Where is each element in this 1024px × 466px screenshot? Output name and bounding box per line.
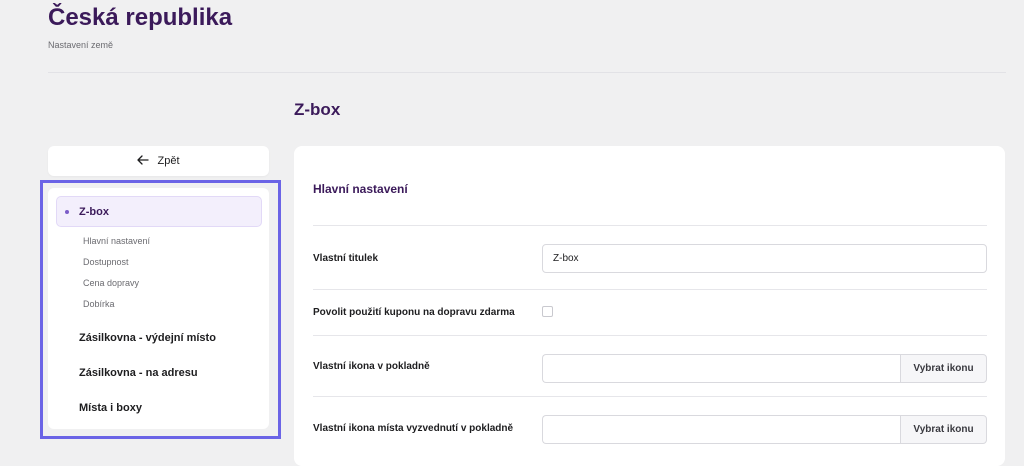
sidebar-item-z-box[interactable]: Z-box [56, 196, 262, 227]
active-dot-icon [65, 209, 69, 214]
sidebar-subitem-dostupnost[interactable]: Dostupnost [83, 257, 129, 267]
sidebar-item-zasilkovna-na-adresu[interactable]: Zásilkovna - na adresu [79, 367, 198, 379]
page-subtitle: Nastavení země [48, 40, 114, 50]
sidebar-subitem-cena-dopravy[interactable]: Cena dopravy [83, 278, 139, 288]
row-divider [313, 335, 987, 336]
sidebar-subitem-dobirka[interactable]: Dobírka [83, 299, 115, 309]
sidebar-subitem-hlavni-nastaveni[interactable]: Hlavní nastavení [83, 236, 150, 246]
pickup-icon-label: Vlastní ikona místa vyzvednutí v pokladn… [313, 423, 514, 434]
title-field-label: Vlastní titulek [313, 253, 379, 264]
sidebar-item-label: Z-box [79, 205, 109, 218]
row-divider [313, 225, 987, 226]
sidebar-item-zasilkovna-vydejni-misto[interactable]: Zásilkovna - výdejní místo [79, 332, 216, 344]
pickup-icon-input[interactable] [542, 415, 901, 444]
pickup-icon-select-button[interactable]: Vybrat ikonu [900, 415, 987, 444]
sidebar-item-mista-i-boxy[interactable]: Místa i boxy [79, 402, 142, 414]
coupon-field-label: Povolit použití kuponu na dopravu zdarma [313, 307, 515, 318]
back-button-label: Zpět [157, 155, 180, 167]
page-title: Česká republika [48, 4, 233, 31]
back-button[interactable]: Zpět [48, 146, 269, 176]
row-divider [313, 289, 987, 290]
checkout-icon-label: Vlastní ikona v pokladně [313, 361, 430, 372]
title-input[interactable] [542, 244, 987, 273]
row-divider [313, 396, 987, 397]
header-divider [48, 72, 1006, 73]
checkout-icon-input[interactable] [542, 354, 901, 383]
section-title: Z-box [294, 100, 341, 119]
card-heading: Hlavní nastavení [313, 182, 408, 196]
coupon-checkbox[interactable] [542, 306, 553, 317]
arrow-left-icon [137, 154, 150, 168]
checkout-icon-select-button[interactable]: Vybrat ikonu [900, 354, 987, 383]
